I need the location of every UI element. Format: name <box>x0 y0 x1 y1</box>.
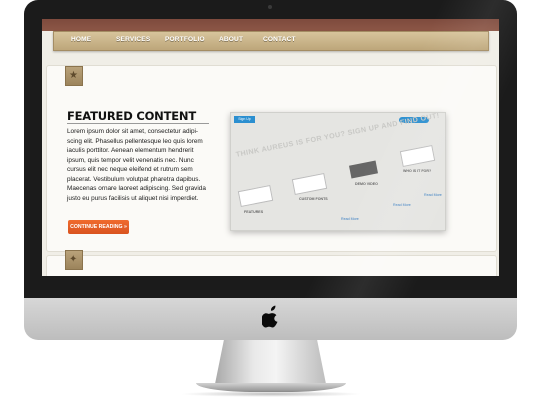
nav-about[interactable]: ABOUT <box>219 36 243 43</box>
preview-thumb-fonts <box>291 172 328 196</box>
lightbulb-icon: ✦ <box>69 254 78 265</box>
main-nav: HOME SERVICES PORTFOLIO ABOUT CONTACT <box>53 31 489 51</box>
nav-contact[interactable]: CONTACT <box>263 36 296 43</box>
featured-ribbon: ★ <box>65 66 83 86</box>
featured-title: FEATURED CONTENT <box>67 109 196 123</box>
featured-content-card: ★ FEATURED CONTENT Lorem ipsum dolor sit… <box>46 65 497 252</box>
preview-thumb-video <box>349 160 378 179</box>
apple-logo-icon <box>262 305 278 328</box>
preview-read-more-link: Read More <box>341 217 359 221</box>
title-divider <box>67 123 209 124</box>
star-icon: ★ <box>69 70 78 81</box>
featured-preview-image[interactable]: Sign Up THINK AUREUS IS FOR YOU? SIGN UP… <box>230 112 446 231</box>
preview-label-fonts: CUSTOM FONTS <box>299 197 328 201</box>
lower-ribbon: ✦ <box>65 250 83 270</box>
preview-thumb-audience <box>399 144 436 168</box>
continue-reading-button[interactable]: CONTINUE READING » <box>68 220 129 234</box>
preview-thumb-features <box>237 184 274 208</box>
preview-signup-button: Sign Up <box>234 116 255 123</box>
camera-dot <box>268 5 272 9</box>
preview-label-features: FEATURES <box>244 210 264 214</box>
preview-read-more-link: Read More <box>424 193 442 197</box>
site-top-bar <box>42 19 499 31</box>
second-content-card: ✦ <box>46 250 497 276</box>
nav-services[interactable]: SERVICES <box>116 36 150 43</box>
monitor-screen: HOME SERVICES PORTFOLIO ABOUT CONTACT ★ … <box>42 19 499 276</box>
stand-neck <box>215 340 326 384</box>
preview-label-video: DEMO VIDEO <box>355 182 378 186</box>
preview-read-more-link: Read More <box>393 203 411 207</box>
nav-home[interactable]: HOME <box>71 36 91 43</box>
featured-body-text: Lorem ipsum dolor sit amet, consectetur … <box>67 128 206 202</box>
preview-label-audience: WHO IS IT FOR? <box>403 169 432 173</box>
nav-portfolio[interactable]: PORTFOLIO <box>165 36 205 43</box>
stand-shadow <box>180 391 362 397</box>
